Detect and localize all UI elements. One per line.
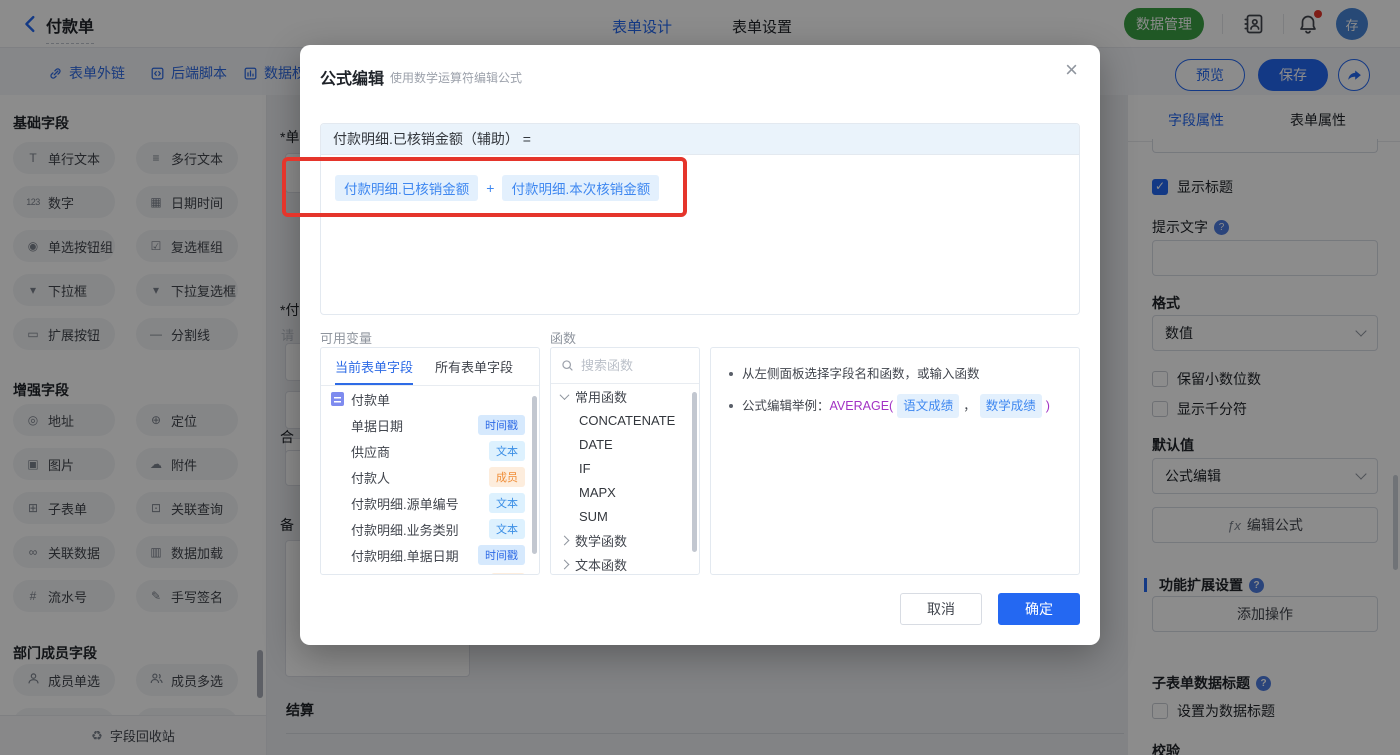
- formula-help-panel: 从左侧面板选择字段名和函数，或输入函数 公式编辑举例： AVERAGE( 语文成…: [710, 347, 1080, 575]
- tab-current-form-fields[interactable]: 当前表单字段: [335, 348, 413, 385]
- example-field-chip: 语文成绩: [897, 394, 960, 418]
- bullet-icon: [729, 404, 733, 408]
- confirm-button[interactable]: 确定: [998, 593, 1080, 625]
- variable-root-row[interactable]: 付款单: [321, 386, 539, 412]
- form-doc-icon: [331, 392, 344, 406]
- help-line-1: 从左侧面板选择字段名和函数，或输入函数: [725, 364, 1065, 384]
- help-line-2: 公式编辑举例： AVERAGE( 语文成绩 ， 数学成绩 ): [725, 394, 1065, 418]
- variable-row-clipped[interactable]: [321, 568, 539, 574]
- formula-field-chip[interactable]: 付款明细.已核销金额: [335, 175, 479, 201]
- formula-edit-modal: 公式编辑 使用数学运算符编辑公式 × 付款明细.已核销金额（辅助） = 付款明细…: [300, 45, 1100, 645]
- formula-operator: +: [486, 180, 495, 196]
- close-icon[interactable]: ×: [1065, 59, 1078, 81]
- formula-expression[interactable]: 付款明细.已核销金额 + 付款明细.本次核销金额: [321, 155, 1079, 221]
- bullet-icon: [729, 372, 733, 376]
- variable-row[interactable]: 付款明细.单据日期 时间戳: [321, 542, 539, 568]
- function-paren: ): [1045, 399, 1050, 413]
- variable-row[interactable]: 付款明细.业务类别 文本: [321, 516, 539, 542]
- example-field-chip: 数学成绩: [979, 394, 1042, 418]
- function-group-math[interactable]: 数学函数: [551, 528, 699, 552]
- type-badge: 成员: [489, 467, 525, 487]
- functions-section-label: 函数: [550, 331, 577, 346]
- functions-scrollbar[interactable]: [692, 392, 697, 552]
- chevron-right-icon: [559, 559, 570, 569]
- formula-editor[interactable]: 付款明细.已核销金额（辅助） = 付款明细.已核销金额 + 付款明细.本次核销金…: [320, 123, 1080, 315]
- cancel-button[interactable]: 取消: [900, 593, 982, 625]
- type-badge: 时间戳: [478, 545, 525, 565]
- modal-subtitle: 使用数学运算符编辑公式: [390, 71, 523, 85]
- variable-row[interactable]: 单据日期 时间戳: [321, 412, 539, 438]
- function-item[interactable]: IF: [551, 456, 699, 480]
- function-item[interactable]: CONCATENATE: [551, 408, 699, 432]
- variable-row[interactable]: 付款人 成员: [321, 464, 539, 490]
- variable-row[interactable]: 供应商 文本: [321, 438, 539, 464]
- formula-field-chip[interactable]: 付款明细.本次核销金额: [502, 175, 660, 201]
- function-search-input[interactable]: [581, 358, 681, 373]
- function-item[interactable]: SUM: [551, 504, 699, 528]
- type-badge: 时间戳: [478, 415, 525, 435]
- variable-row[interactable]: 付款明细.源单编号 文本: [321, 490, 539, 516]
- variable-root-name: 付款单: [351, 392, 391, 408]
- function-group-common[interactable]: 常用函数: [551, 384, 699, 408]
- type-badge: 文本: [489, 493, 525, 513]
- functions-panel: 常用函数 CONCATENATE DATE IF MAPX SUM 数学函数 文…: [550, 347, 700, 575]
- tab-all-form-fields[interactable]: 所有表单字段: [435, 348, 513, 385]
- function-search[interactable]: [551, 348, 699, 384]
- function-group-text[interactable]: 文本函数: [551, 552, 699, 574]
- search-icon: [562, 360, 573, 371]
- function-item[interactable]: MAPX: [551, 480, 699, 504]
- type-badge: [491, 572, 525, 574]
- function-name: AVERAGE(: [829, 399, 894, 413]
- variables-panel: 当前表单字段 所有表单字段 付款单 单据日期 时间戳 供应商 文本 付款人 成员 付款…: [320, 347, 540, 575]
- type-badge: 文本: [489, 441, 525, 461]
- variables-tabs: 当前表单字段 所有表单字段: [321, 348, 539, 386]
- modal-title: 公式编辑: [320, 71, 385, 88]
- function-item[interactable]: DATE: [551, 432, 699, 456]
- chevron-down-icon: [559, 389, 570, 400]
- variables-scrollbar[interactable]: [532, 396, 537, 554]
- variables-section-label: 可用变量: [320, 331, 373, 346]
- chevron-right-icon: [559, 535, 570, 545]
- formula-target: 付款明细.已核销金额（辅助） =: [321, 124, 1079, 155]
- type-badge: 文本: [489, 519, 525, 539]
